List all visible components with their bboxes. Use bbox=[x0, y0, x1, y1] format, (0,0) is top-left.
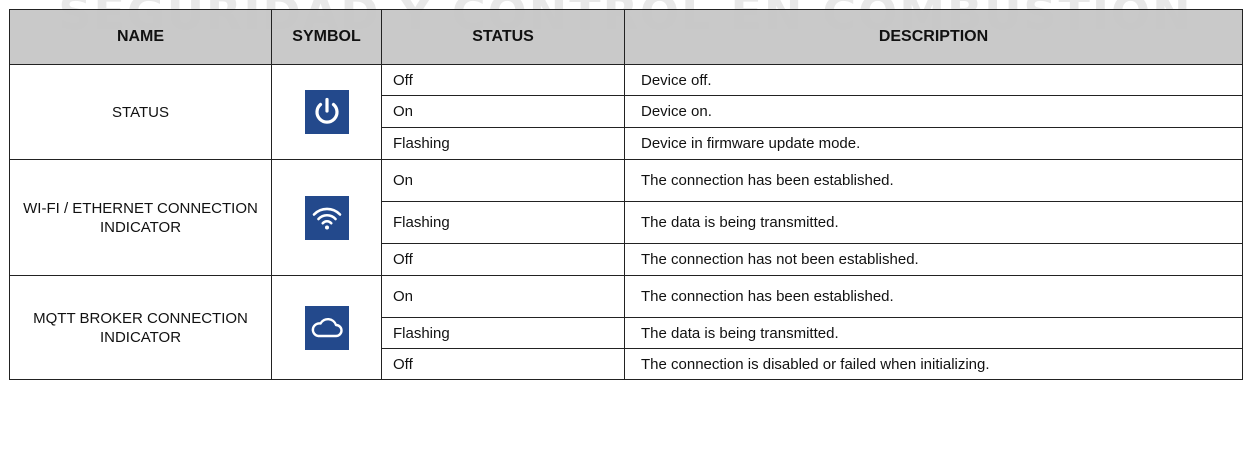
row-name-wifi: WI-FI / ETHERNET CONNECTION INDICATOR bbox=[9, 159, 272, 276]
symbol-cell bbox=[271, 275, 382, 380]
table-row: STATUS Off Device off. bbox=[9, 64, 1243, 160]
table-row: MQTT BROKER CONNECTION INDICATOR On The … bbox=[9, 275, 1243, 380]
status-cell: Off bbox=[381, 243, 625, 276]
description-cell: Device in firmware update mode. bbox=[624, 127, 1243, 160]
description-cell: Device off. bbox=[624, 64, 1243, 96]
header-status: STATUS bbox=[381, 9, 625, 65]
symbol-cell bbox=[271, 64, 382, 160]
status-cell: Flashing bbox=[381, 201, 625, 244]
symbol-cell bbox=[271, 159, 382, 276]
header-name: NAME bbox=[9, 9, 272, 65]
table-header-row: NAME SYMBOL STATUS DESCRIPTION bbox=[9, 9, 1243, 65]
status-cell: Flashing bbox=[381, 127, 625, 160]
status-cell: On bbox=[381, 159, 625, 202]
status-cell: Off bbox=[381, 64, 625, 96]
cloud-icon bbox=[304, 305, 349, 350]
power-icon bbox=[304, 90, 349, 134]
status-cell: On bbox=[381, 95, 625, 128]
description-cell: The data is being transmitted. bbox=[624, 201, 1243, 244]
row-name-mqtt: MQTT BROKER CONNECTION INDICATOR bbox=[9, 275, 272, 380]
status-cell: On bbox=[381, 275, 625, 318]
led-indicator-table: NAME SYMBOL STATUS DESCRIPTION STATUS Of… bbox=[9, 9, 1243, 380]
description-cell: The connection has not been established. bbox=[624, 243, 1243, 276]
description-cell: The data is being transmitted. bbox=[624, 317, 1243, 349]
description-cell: Device on. bbox=[624, 95, 1243, 128]
table-row: WI-FI / ETHERNET CONNECTION INDICATOR On… bbox=[9, 159, 1243, 276]
description-cell: The connection has been established. bbox=[624, 159, 1243, 202]
row-name-status: STATUS bbox=[9, 64, 272, 160]
status-cell: Off bbox=[381, 348, 625, 380]
description-cell: The connection is disabled or failed whe… bbox=[624, 348, 1243, 380]
header-symbol: SYMBOL bbox=[271, 9, 382, 65]
header-description: DESCRIPTION bbox=[624, 9, 1243, 65]
description-cell: The connection has been established. bbox=[624, 275, 1243, 318]
status-cell: Flashing bbox=[381, 317, 625, 349]
wifi-icon bbox=[304, 195, 349, 240]
